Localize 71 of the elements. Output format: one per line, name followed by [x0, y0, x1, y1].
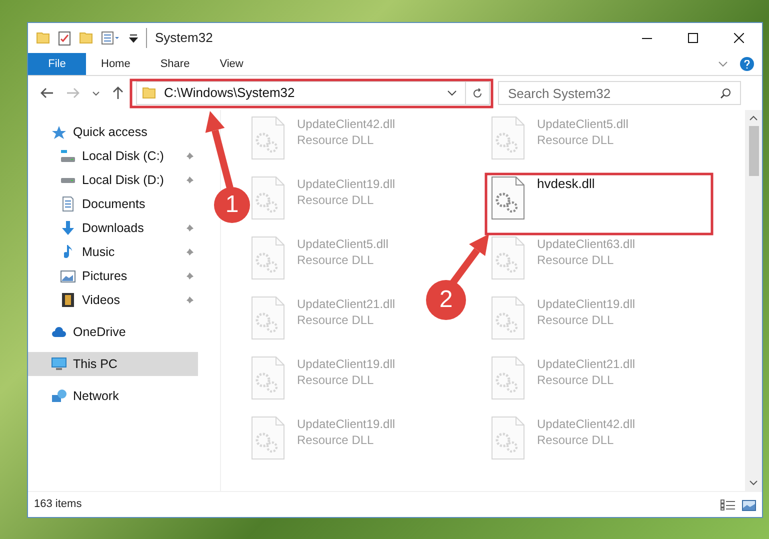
pin-icon[interactable] [185, 296, 194, 304]
address-bar[interactable]: C:\Windows\System32 [136, 81, 490, 105]
sidebar-item[interactable]: Local Disk (D:) [28, 168, 198, 192]
scrollbar[interactable] [745, 110, 762, 491]
network-icon [51, 389, 67, 403]
back-arrow-icon[interactable] [40, 87, 54, 99]
file-type: Resource DLL [297, 192, 375, 208]
file-type: Resource DLL [537, 132, 615, 148]
close-icon [734, 33, 744, 43]
help-icon[interactable] [740, 57, 754, 71]
up-arrow-icon[interactable] [112, 86, 124, 100]
file-type: Resource DLL [537, 372, 615, 388]
file-type: Resource DLL [297, 432, 375, 448]
file-type: Resource DLL [537, 252, 615, 268]
folder-icon [142, 87, 156, 99]
customize-toolbar-icon[interactable] [129, 33, 138, 43]
music-note-icon [64, 244, 72, 260]
pin-icon[interactable] [185, 152, 194, 160]
recent-locations-icon[interactable] [92, 90, 100, 96]
star-icon [51, 124, 67, 140]
sidebar-item[interactable]: Pictures [28, 264, 198, 288]
film-icon [61, 292, 75, 308]
file-name[interactable]: hvdesk.dll [537, 176, 595, 192]
file-type: Resource DLL [297, 312, 375, 328]
file-menu-tab[interactable]: File [28, 53, 86, 75]
forward-arrow-icon[interactable] [66, 87, 80, 99]
file-type: Resource DLL [537, 312, 615, 328]
expand-ribbon-icon[interactable] [718, 61, 728, 67]
sidebar-item[interactable]: Downloads [28, 216, 198, 240]
properties-icon [58, 30, 71, 46]
monitor-icon [51, 357, 67, 371]
dropdown-caret-icon[interactable] [447, 90, 457, 96]
pin-icon[interactable] [185, 176, 194, 184]
drive-icon [60, 176, 76, 184]
ribbon-tab[interactable]: Share [145, 53, 205, 75]
refresh-icon [472, 88, 483, 98]
sidebar-item[interactable]: OneDrive [28, 320, 198, 344]
details-view-icon[interactable] [720, 498, 736, 510]
file-type: Resource DLL [297, 132, 375, 148]
window-title: System32 [146, 28, 213, 48]
ribbon-tab[interactable]: View [204, 53, 258, 75]
item-count: 163 items [34, 497, 82, 512]
file-type: Resource DLL [297, 252, 375, 268]
sidebar-item[interactable]: Videos [28, 288, 198, 312]
sidebar-item[interactable]: This PC [28, 352, 198, 376]
search-icon [720, 88, 731, 99]
file-type: Resource DLL [537, 432, 615, 448]
document-icon [62, 196, 74, 212]
download-arrow-icon [62, 221, 74, 235]
drive-icon [60, 149, 76, 163]
sidebar-item[interactable]: Music [28, 240, 198, 264]
large-icons-view-icon[interactable] [742, 498, 756, 510]
gear-file-icon[interactable] [491, 176, 525, 220]
sidebar-item[interactable]: Quick access [28, 120, 198, 144]
cloud-icon [51, 326, 67, 338]
folder-icon [36, 32, 50, 44]
maximize-icon [688, 33, 698, 43]
pin-icon[interactable] [185, 248, 194, 256]
picture-icon [60, 270, 76, 282]
view-options-icon [101, 31, 121, 45]
sidebar-item[interactable]: Documents [28, 192, 198, 216]
address-path: C:\Windows\System32 [164, 84, 295, 102]
search-field[interactable]: Search System32 [498, 81, 741, 105]
new-folder-icon [79, 32, 93, 44]
pin-icon[interactable] [185, 224, 194, 232]
pin-icon[interactable] [185, 272, 194, 280]
sidebar-item[interactable]: Network [28, 384, 198, 408]
scrollbar-thumb[interactable] [748, 126, 758, 176]
ribbon-tab[interactable]: Home [86, 53, 146, 75]
sidebar-item[interactable]: Local Disk (C:) [28, 144, 198, 168]
file-type: Resource DLL [297, 372, 375, 388]
